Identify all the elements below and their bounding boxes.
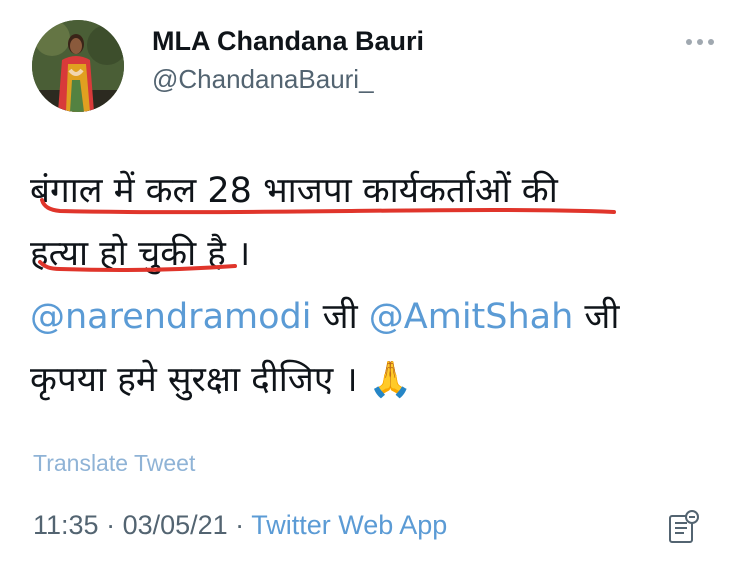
tweet-metadata: 11:35 · 03/05/21 · Twitter Web App (33, 510, 447, 541)
tweet-text-line-1: बंगाल में कल 28 भाजपा कार्यकर्ताओं की (30, 171, 558, 211)
tweet-text-ji-1: जी (311, 297, 369, 337)
meta-separator: · (227, 510, 252, 540)
avatar[interactable] (32, 20, 124, 112)
tweet-text-line-2: हत्या हो चुकी है । (30, 234, 251, 274)
mention-amitshah[interactable]: @AmitShah (369, 297, 574, 337)
tweet-analytics-icon[interactable] (666, 508, 702, 544)
tweet-text-line-3: @narendramodi जी @AmitShah जी (30, 286, 720, 349)
tweet-source[interactable]: Twitter Web App (251, 510, 447, 540)
translate-tweet-link[interactable]: Translate Tweet (33, 450, 195, 477)
tweet-text-ji-2: जी (573, 297, 620, 337)
user-handle[interactable]: @ChandanaBauri_ (152, 64, 374, 95)
tweet-text-line-4: कृपया हमे सुरक्षा दीजिए । 🙏 (30, 360, 413, 400)
mention-narendramodi[interactable]: @narendramodi (30, 297, 311, 337)
tweet-date[interactable]: 03/05/21 (123, 510, 228, 540)
display-name[interactable]: MLA Chandana Bauri (152, 26, 424, 57)
tweet-text: बंगाल में कल 28 भाजपा कार्यकर्ताओं की हत… (30, 160, 720, 412)
tweet-time[interactable]: 11:35 (33, 510, 99, 540)
tweet-card: MLA Chandana Bauri @ChandanaBauri_ बंगाल… (0, 0, 750, 562)
more-horizontal-icon[interactable] (684, 32, 716, 52)
meta-separator: · (98, 510, 123, 540)
avatar-image (32, 20, 124, 112)
